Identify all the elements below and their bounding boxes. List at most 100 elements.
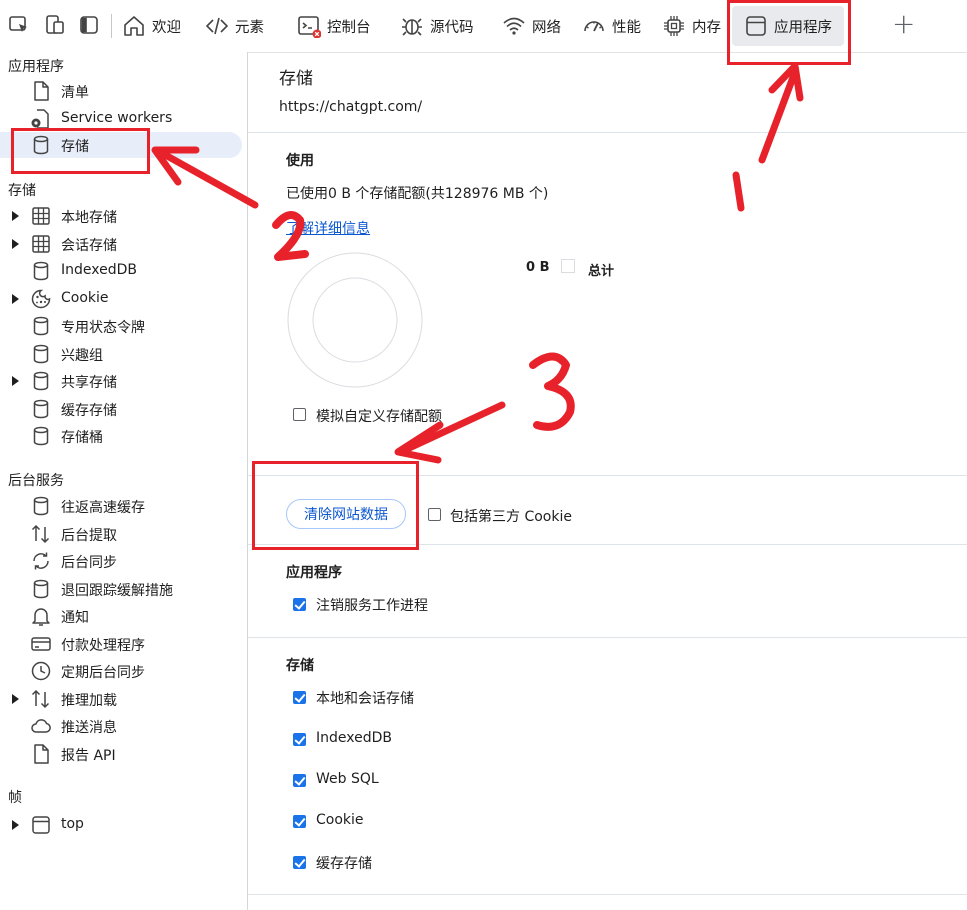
unregister-service-workers-checkbox[interactable]: [293, 598, 306, 611]
storage-option-label: Cookie: [316, 812, 364, 828]
storage-option-checkbox[interactable]: [293, 733, 306, 746]
sidebar-item-label: 付款处理程序: [61, 637, 145, 654]
tab-label: 性能: [612, 19, 641, 36]
sidebar-item-storage-1[interactable]: 会话存储: [0, 231, 242, 257]
storage-option-checkbox[interactable]: [293, 774, 306, 787]
tab-performance[interactable]: 性能: [582, 6, 641, 46]
sidebar-section-background-services: 后台服务: [8, 473, 64, 489]
sidebar-item-label: 定期后台同步: [61, 665, 145, 681]
sidebar-item-storage-8[interactable]: 存储桶: [0, 423, 242, 449]
storage-option-checkbox[interactable]: [293, 856, 306, 869]
sidebar-item-background-5[interactable]: 付款处理程序: [0, 631, 242, 657]
sidebar-item-background-3[interactable]: 退回跟踪缓解措施: [0, 576, 242, 602]
expand-arrow-icon[interactable]: [12, 376, 19, 386]
storage-option-checkbox[interactable]: [293, 691, 306, 704]
sidebar-section-frames: 帧: [8, 790, 22, 806]
sidebar-item-frame-top[interactable]: top: [0, 812, 242, 838]
updown-arrows-icon: [31, 524, 50, 543]
storage-option-label: IndexedDB: [316, 730, 392, 746]
tab-console[interactable]: 控制台: [297, 6, 371, 46]
include-third-party-cookie-checkbox[interactable]: [428, 508, 441, 521]
add-tab-button[interactable]: +: [892, 10, 915, 38]
sidebar-item-label: 后台提取: [61, 527, 117, 544]
sidebar-item-storage-2[interactable]: IndexedDB: [0, 258, 242, 284]
sidebar-item-background-9[interactable]: 报告 API: [0, 741, 242, 767]
page-title: 存储: [279, 69, 313, 89]
grid-icon: [32, 207, 50, 225]
tab-sources[interactable]: 源代码: [400, 6, 474, 46]
sidebar-item-label: 存储桶: [61, 430, 103, 446]
sidebar-item-label: 本地存储: [61, 210, 117, 226]
sidebar-item-background-7[interactable]: 推理加载: [0, 686, 242, 712]
database-icon: [33, 316, 49, 336]
home-icon: [124, 16, 144, 36]
sidebar-toggle-icon[interactable]: [78, 14, 100, 36]
sidebar-item-storage-5[interactable]: 兴趣组: [0, 341, 242, 367]
tab-network[interactable]: 网络: [502, 6, 561, 46]
expand-arrow-icon[interactable]: [12, 238, 19, 249]
tab-welcome[interactable]: 欢迎: [122, 6, 181, 46]
annotation-box-storage-item: [11, 128, 150, 174]
annotation-box-application-tab: [727, 0, 851, 65]
code-icon: [205, 17, 229, 35]
sidebar-item-storage-0[interactable]: 本地存储: [0, 203, 242, 229]
updown-arrows-icon: [31, 689, 50, 708]
sidebar-item-background-6[interactable]: 定期后台同步: [0, 658, 242, 684]
sidebar-item-storage-6[interactable]: 共享存储: [0, 368, 242, 394]
simulate-quota-checkbox[interactable]: [293, 408, 306, 421]
sidebar-item-label: 往返高速缓存: [61, 500, 145, 516]
sidebar-item-label: 后台同步: [61, 555, 117, 571]
wifi-icon: [503, 17, 525, 35]
usage-heading: 使用: [286, 153, 314, 169]
gauge-icon: [584, 21, 604, 32]
sidebar-item-label: 共享存储: [61, 375, 117, 391]
sidebar-item-storage-3[interactable]: Cookie: [0, 286, 242, 312]
storage-heading: 存储: [286, 658, 314, 674]
application-heading: 应用程序: [286, 565, 342, 581]
sidebar-item-background-4[interactable]: 通知: [0, 603, 242, 629]
database-icon: [33, 426, 49, 446]
usage-pie-chart: [287, 252, 423, 388]
sidebar-item-label: 退回跟踪缓解措施: [61, 582, 173, 599]
storage-option-label: 本地和会话存储: [316, 691, 414, 707]
gear-file-icon: [31, 109, 49, 129]
divider: [248, 637, 967, 638]
sidebar-item-background-0[interactable]: 往返高速缓存: [0, 493, 242, 519]
learn-more-link[interactable]: 了解详细信息: [286, 218, 370, 238]
storage-option-checkbox[interactable]: [293, 815, 306, 828]
tab-elements[interactable]: 元素: [205, 6, 264, 46]
device-toolbar-icon[interactable]: [44, 14, 66, 36]
sidebar-item-storage-4[interactable]: 专用状态令牌: [0, 313, 242, 339]
sidebar-item-background-2[interactable]: 后台同步: [0, 548, 242, 574]
sync-icon: [33, 552, 49, 570]
storage-option-label: 缓存存储: [316, 856, 372, 872]
sidebar-item-label: 会话存储: [61, 237, 117, 254]
inspect-element-icon[interactable]: [8, 14, 30, 36]
legend-value: 0 B: [526, 260, 550, 275]
database-icon: [33, 261, 49, 281]
sidebar-item-background-1[interactable]: 后台提取: [0, 521, 242, 547]
sidebar-item-manifest[interactable]: 清单: [0, 78, 242, 104]
usage-text: 已使用0 B 个存储配额(共128976 MB 个): [286, 186, 549, 202]
expand-arrow-icon[interactable]: [12, 820, 19, 830]
sidebar-item-label: 推理加载: [61, 692, 117, 709]
origin-url: https://chatgpt.com/: [279, 99, 423, 115]
expand-arrow-icon[interactable]: [12, 293, 19, 304]
toolbar-divider: [111, 14, 112, 38]
tab-label: 源代码: [430, 19, 474, 36]
tab-label: 欢迎: [152, 19, 181, 36]
tab-label: 内存: [692, 19, 721, 36]
sidebar-item-label: Service workers: [61, 110, 173, 126]
tab-memory[interactable]: 内存: [662, 6, 721, 46]
expand-arrow-icon[interactable]: [12, 693, 19, 704]
expand-arrow-icon[interactable]: [12, 211, 19, 221]
sidebar-item-background-8[interactable]: 推送消息: [0, 713, 242, 739]
sidebar-item-label: 兴趣组: [61, 347, 103, 364]
sidebar-item-label: 缓存存储: [61, 402, 117, 419]
database-icon: [33, 399, 49, 418]
sidebar-section-storage: 存储: [8, 183, 36, 199]
simulate-quota-label: 模拟自定义存储配额: [316, 409, 442, 425]
card-icon: [31, 636, 51, 651]
sidebar-item-storage-7[interactable]: 缓存存储: [0, 396, 242, 422]
include-third-party-cookie-label: 包括第三方 Cookie: [450, 509, 572, 525]
